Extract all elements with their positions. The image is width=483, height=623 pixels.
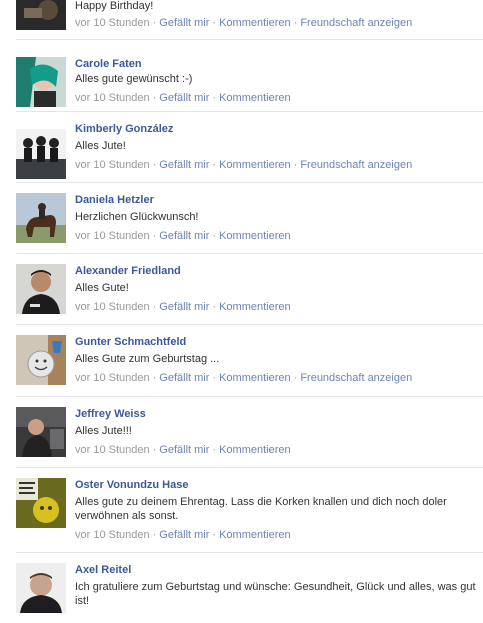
- like-link[interactable]: Gefällt mir: [159, 529, 209, 541]
- wall-post: Oster Vonundzu Hase Alles gute zu deinem…: [16, 478, 483, 553]
- post-meta: vor 10 Stunden · Gefällt mir · Kommentieren: [75, 92, 291, 104]
- like-link[interactable]: Gefällt mir: [159, 444, 209, 456]
- post-meta: vor 10 Stunden · Gefällt mir · Kommentieren: [75, 444, 291, 456]
- avatar[interactable]: [16, 57, 66, 107]
- post-meta: vor 10 Stunden · Gefällt mir · Kommentieren ·…: [75, 372, 413, 384]
- comment-link[interactable]: Kommentieren: [219, 159, 291, 171]
- post-message: Alles Gute!: [75, 282, 129, 294]
- post-meta: vor 10 Stunden · Gefällt mir · Kommentieren: [75, 230, 291, 242]
- wall-post-partial: Happy Birthday! vor 10 Stunden · Gefällt m…: [16, 0, 483, 40]
- post-timestamp: vor 10 Stunden: [75, 92, 150, 104]
- comment-link[interactable]: Kommentieren: [219, 301, 291, 313]
- wall-post: Daniela Hetzler Herzlichen Glückwunsch! …: [16, 193, 483, 254]
- post-message: Ich gratuliere zum Geburtstag und wünsch…: [75, 581, 476, 607]
- post-timestamp: vor 10 Stunden: [75, 372, 150, 384]
- avatar[interactable]: [16, 129, 66, 179]
- post-meta: vor 10 Stunden · Gefällt mir · Kommentieren ·…: [75, 17, 413, 29]
- post-meta: vor 10 Stunden · Gefällt mir · Kommentieren: [75, 301, 291, 313]
- like-link[interactable]: Gefällt mir: [159, 301, 209, 313]
- wall-post: Gunter Schmachtfeld Alles Gute zum Gebur…: [16, 335, 483, 397]
- author-name[interactable]: Kimberly González: [75, 122, 483, 136]
- avatar[interactable]: [16, 563, 66, 613]
- like-link[interactable]: Gefällt mir: [159, 159, 209, 171]
- like-link[interactable]: Gefällt mir: [159, 17, 209, 29]
- wall-post: Alexander Friedland Alles Gute! vor 10 S…: [16, 264, 483, 325]
- author-name[interactable]: Oster Vonundzu Hase: [75, 478, 483, 492]
- friendship-link[interactable]: Freundschaft anzeigen: [300, 372, 412, 384]
- profile-photo-icon: [16, 0, 66, 30]
- profile-photo-icon: [16, 264, 66, 314]
- profile-photo-icon: [16, 57, 66, 107]
- post-message: Alles Jute!: [75, 140, 126, 152]
- author-name[interactable]: Axel Reitel: [75, 563, 483, 577]
- comment-link[interactable]: Kommentieren: [219, 230, 291, 242]
- author-name[interactable]: Gunter Schmachtfeld: [75, 335, 483, 349]
- friendship-link[interactable]: Freundschaft anzeigen: [300, 17, 412, 29]
- avatar[interactable]: [16, 407, 66, 457]
- profile-photo-icon: [16, 193, 66, 243]
- like-link[interactable]: Gefällt mir: [159, 230, 209, 242]
- post-timestamp: vor 10 Stunden: [75, 17, 150, 29]
- post-meta: vor 10 Stunden · Gefällt mir · Kommentieren: [75, 529, 291, 541]
- post-timestamp: vor 10 Stunden: [75, 301, 150, 313]
- author-name[interactable]: Jeffrey Weiss: [75, 407, 483, 421]
- wall-post: Carole Faten Alles gute gewünscht :-) vo…: [16, 57, 483, 112]
- wall-post: Kimberly González Alles Jute! vor 10 Stu…: [16, 122, 483, 183]
- like-link[interactable]: Gefällt mir: [159, 372, 209, 384]
- avatar[interactable]: [16, 193, 66, 243]
- avatar[interactable]: [16, 0, 66, 30]
- profile-photo-icon: [16, 129, 66, 179]
- comment-link[interactable]: Kommentieren: [219, 17, 291, 29]
- post-message: Herzlichen Glückwunsch!: [75, 211, 199, 223]
- post-timestamp: vor 10 Stunden: [75, 444, 150, 456]
- profile-photo-icon: [16, 335, 66, 385]
- profile-photo-icon: [16, 407, 66, 457]
- comment-link[interactable]: Kommentieren: [219, 372, 291, 384]
- comment-link[interactable]: Kommentieren: [219, 444, 291, 456]
- post-meta: vor 10 Stunden · Gefällt mir · Kommentieren ·…: [75, 159, 413, 171]
- profile-photo-icon: [16, 478, 66, 528]
- post-timestamp: vor 10 Stunden: [75, 159, 150, 171]
- comment-link[interactable]: Kommentieren: [219, 529, 291, 541]
- friendship-link[interactable]: Freundschaft anzeigen: [300, 159, 412, 171]
- author-name[interactable]: Daniela Hetzler: [75, 193, 483, 207]
- comment-link[interactable]: Kommentieren: [219, 92, 291, 104]
- author-name[interactable]: Alexander Friedland: [75, 264, 483, 278]
- profile-photo-icon: [16, 563, 66, 613]
- post-timestamp: vor 10 Stunden: [75, 230, 150, 242]
- post-message: Alles gute zu deinem Ehrentag. Lass die …: [75, 496, 447, 522]
- like-link[interactable]: Gefällt mir: [159, 92, 209, 104]
- avatar[interactable]: [16, 264, 66, 314]
- author-name[interactable]: Carole Faten: [75, 57, 483, 71]
- wall-post: Jeffrey Weiss Alles Jute!!! vor 10 Stund…: [16, 407, 483, 468]
- post-message: Alles Jute!!!: [75, 425, 132, 437]
- avatar[interactable]: [16, 335, 66, 385]
- post-message: Alles gute gewünscht :-): [75, 73, 193, 85]
- post-message: Alles Gute zum Geburtstag ...: [75, 353, 220, 365]
- post-message: Happy Birthday!: [75, 0, 154, 12]
- wall-post: Axel Reitel Ich gratuliere zum Geburtsta…: [16, 563, 483, 623]
- avatar[interactable]: [16, 478, 66, 528]
- post-timestamp: vor 10 Stunden: [75, 529, 150, 541]
